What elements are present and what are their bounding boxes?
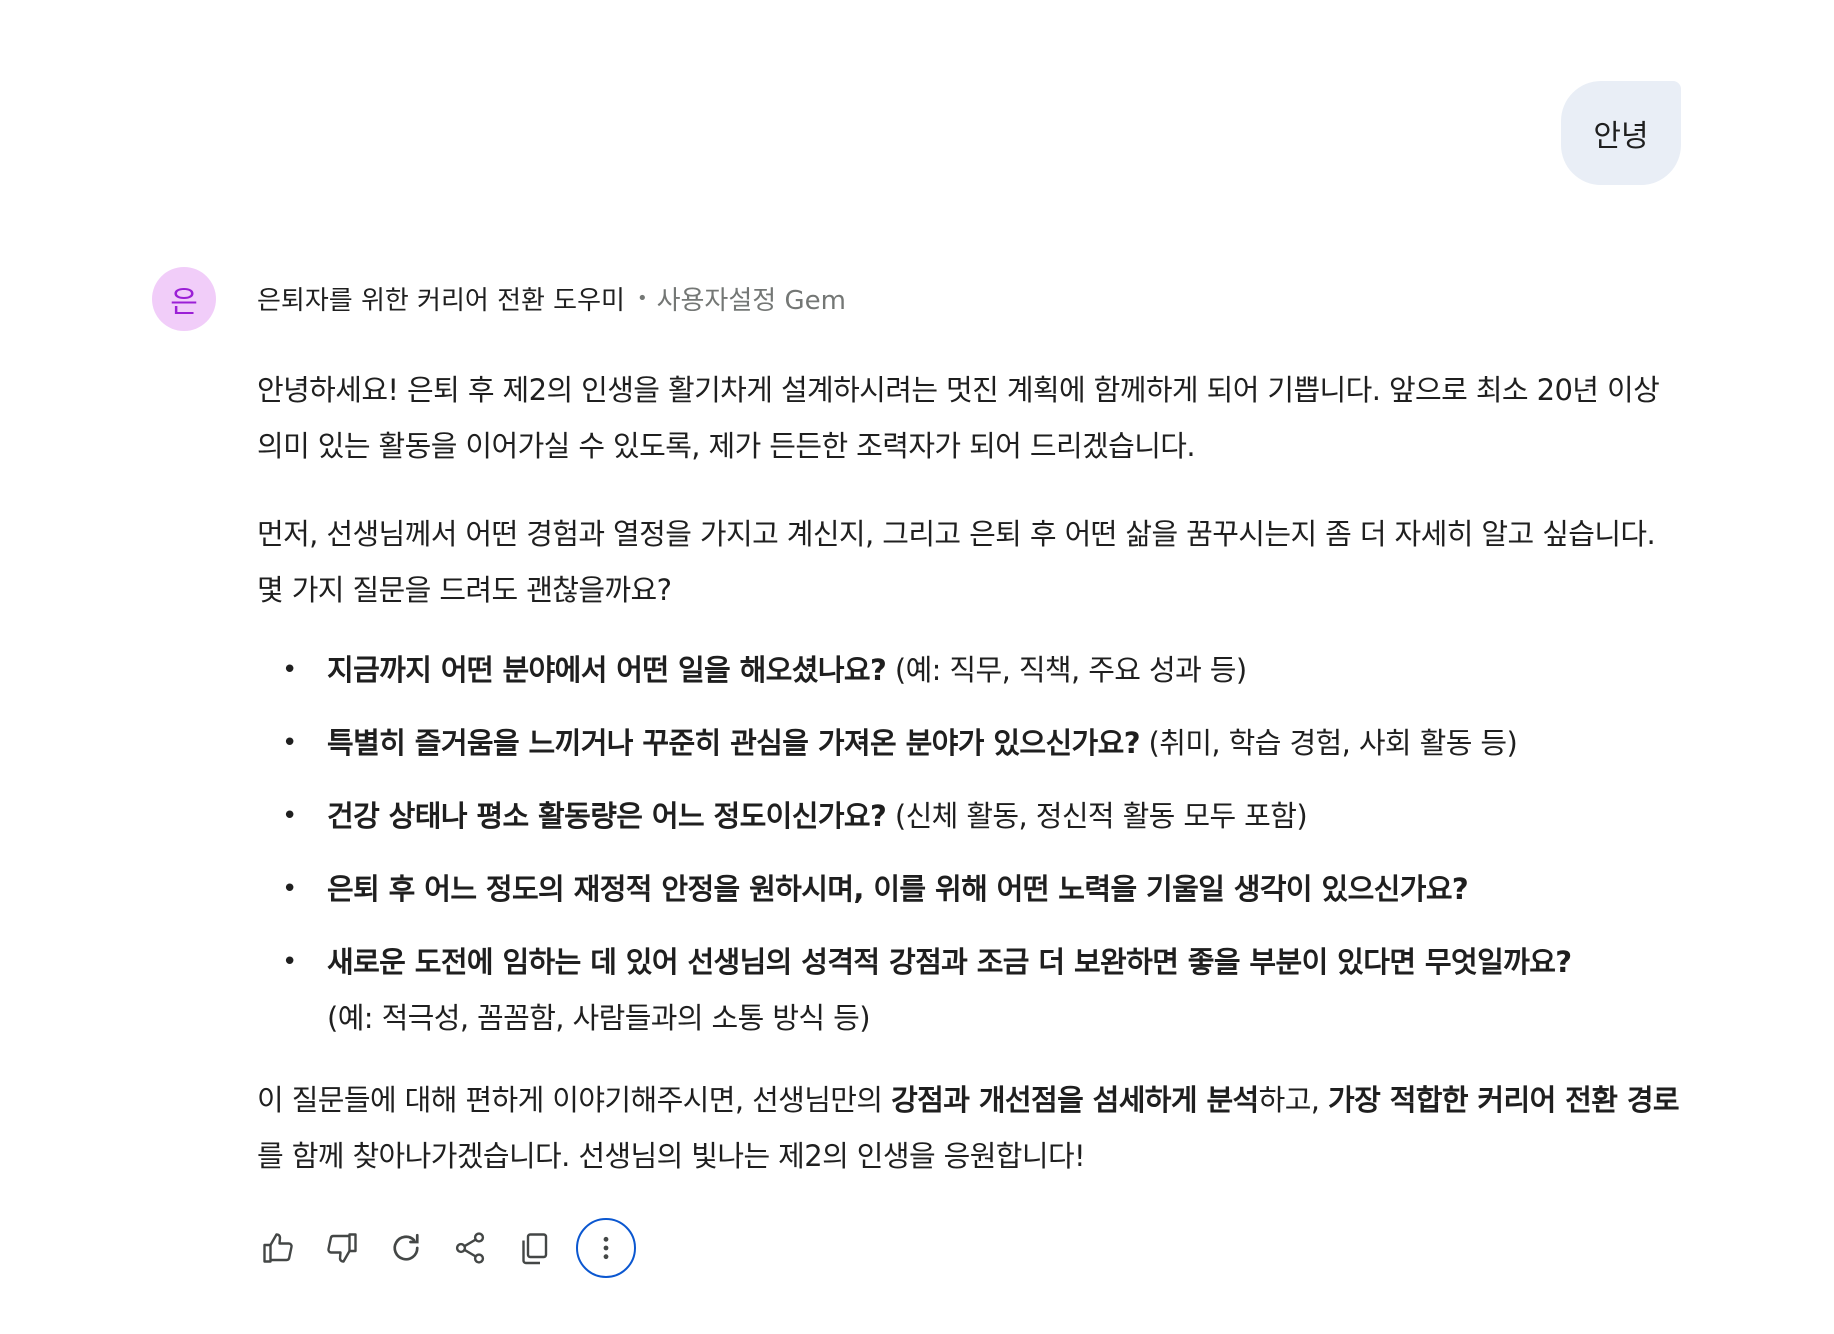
question-item: • 특별히 즐거움을 느끼거나 꾸준히 관심을 가져온 분야가 있으신가요? (취… <box>257 715 1687 771</box>
copy-icon <box>522 1233 548 1265</box>
question-bold: 특별히 즐거움을 느끼거나 꾸준히 관심을 가져온 분야가 있으신가요? <box>327 726 1141 760</box>
response-paragraph-greeting: 안녕하세요! 은퇴 후 제2의 인생을 활기차게 설계하시려는 멋진 계획에 함… <box>257 373 1660 463</box>
question-note: (신체 활동, 정신적 활동 모두 포함) <box>886 799 1308 833</box>
bullet: • <box>282 801 297 831</box>
bullet: • <box>282 655 297 685</box>
bullet: • <box>282 728 297 758</box>
bullet: • <box>282 874 297 904</box>
bullet: • <box>282 947 297 977</box>
thumb-up-icon <box>263 1233 293 1263</box>
gem-avatar-letter: 은 <box>170 285 198 320</box>
closing-text-2: 하고, <box>1258 1083 1329 1117</box>
question-note: (예: 적극성, 꼼꼼함, 사람들과의 소통 방식 등) <box>327 1001 871 1035</box>
closing-bold-1: 강점과 개선점을 섬세하게 분석 <box>891 1083 1259 1117</box>
response-paragraph-intro: 먼저, 선생님께서 어떤 경험과 열정을 가지고 계신지, 그리고 은퇴 후 어… <box>257 517 1656 607</box>
gem-name: 은퇴자를 위한 커리어 전환 도우미 <box>257 285 625 316</box>
question-note: (취미, 학습 경험, 사회 활동 등) <box>1139 726 1518 760</box>
gem-tag: 사용자설정 Gem <box>656 285 846 316</box>
bad-response-button[interactable] <box>318 1224 366 1272</box>
question-bold: 은퇴 후 어느 정도의 재정적 안정을 원하시며, 이를 위해 어떤 노력을 기… <box>327 872 1469 906</box>
more-vert-icon <box>603 1236 609 1260</box>
question-item: • 새로운 도전에 임하는 데 있어 선생님의 성격적 강점과 조금 더 보완하면… <box>257 934 1687 1046</box>
share-button[interactable] <box>446 1224 494 1272</box>
more-options-button[interactable] <box>576 1218 636 1278</box>
question-list: • 지금까지 어떤 분야에서 어떤 일을 해오셨나요? (예: 직무, 직책, 주… <box>257 642 1687 1046</box>
closing-text-3: 를 함께 찾아나가겠습니다. 선생님의 빛나는 제2의 인생을 응원합니다! <box>257 1139 1086 1173</box>
response-paragraph-closing: 이 질문들에 대해 편하게 이야기해주시면, 선생님만의 강점과 개선점을 섬세… <box>257 1072 1687 1184</box>
user-message-bubble: 안녕 <box>1561 81 1681 185</box>
user-message-text: 안녕 <box>1593 119 1649 154</box>
regenerate-icon <box>393 1233 419 1261</box>
question-bold: 지금까지 어떤 분야에서 어떤 일을 해오셨나요? <box>327 653 887 687</box>
good-response-button[interactable] <box>254 1224 302 1272</box>
response-action-bar <box>254 1216 652 1280</box>
question-bold: 건강 상태나 평소 활동량은 어느 정도이신가요? <box>327 799 887 833</box>
model-response: 안녕하세요! 은퇴 후 제2의 인생을 활기차게 설계하시려는 멋진 계획에 함… <box>257 362 1687 1216</box>
closing-text-1: 이 질문들에 대해 편하게 이야기해주시면, 선생님만의 <box>257 1083 892 1117</box>
question-item: • 은퇴 후 어느 정도의 재정적 안정을 원하시며, 이를 위해 어떤 노력을 … <box>257 861 1687 917</box>
question-bold: 새로운 도전에 임하는 데 있어 선생님의 성격적 강점과 조금 더 보완하면 … <box>327 945 1572 979</box>
gem-separator: • <box>636 287 648 309</box>
gem-header: 은퇴자를 위한 커리어 전환 도우미 • 사용자설정 Gem <box>257 278 846 318</box>
regenerate-button[interactable] <box>382 1224 430 1272</box>
question-item: • 지금까지 어떤 분야에서 어떤 일을 해오셨나요? (예: 직무, 직책, 주… <box>257 642 1687 698</box>
closing-bold-2: 가장 적합한 커리어 전환 경로 <box>1328 1083 1680 1117</box>
question-note: (예: 직무, 직책, 주요 성과 등) <box>886 653 1247 687</box>
copy-button[interactable] <box>510 1224 558 1272</box>
share-icon <box>455 1232 485 1264</box>
thumb-down-icon <box>327 1233 357 1263</box>
question-item: • 건강 상태나 평소 활동량은 어느 정도이신가요? (신체 활동, 정신적 활… <box>257 788 1687 844</box>
gem-avatar: 은 <box>152 267 216 331</box>
